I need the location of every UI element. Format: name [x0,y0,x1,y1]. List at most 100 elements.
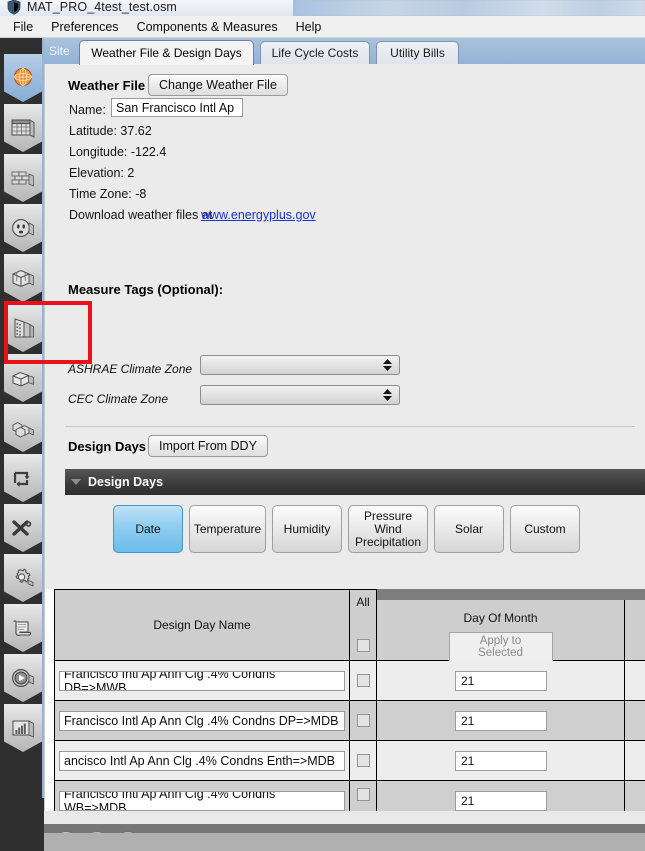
box-icon [10,366,36,390]
row-extra-cell [625,741,645,781]
design-day-name-field[interactable]: ancisco Intl Ap Ann Clg .4% Condns Enth=… [59,751,345,771]
weather-file-heading: Weather File [68,78,146,93]
menu-bar: File Preferences Components & Measures H… [0,16,645,38]
table-row: ancisco Intl Ap Ann Clg .4% Condns Enth=… [54,741,350,781]
latitude-label: Latitude: 37.62 [69,124,152,138]
bottom-strip-dark [0,833,44,851]
row-select-checkbox[interactable] [356,754,370,767]
sidebar-item-schedules[interactable] [4,104,42,152]
energyplus-download-link[interactable]: www.energyplus.gov [201,208,316,222]
menu-help[interactable]: Help [287,17,331,37]
scissors-x-icon [10,516,36,540]
collapse-triangle-icon [71,479,81,485]
timezone-label: Time Zone: -8 [69,187,147,201]
sidebar-item-facility[interactable] [4,304,42,352]
section-divider [65,426,635,427]
left-icon-rail [0,38,44,851]
menu-components-measures[interactable]: Components & Measures [128,17,287,37]
category-custom[interactable]: Custom [510,505,580,553]
design-day-name-field[interactable]: Francisco Intl Ap Ann Clg .4% Condns DP=… [59,711,345,731]
building-icon [10,316,36,340]
column-header-day-of-month-label: Day Of Month [463,611,538,625]
change-weather-file-button[interactable]: Change Weather File [148,74,288,96]
design-days-table: Design Day Name All Day Of Month Apply t… [45,589,645,811]
tab-weather-file-design-days[interactable]: Weather File & Design Days [79,40,254,65]
calendar-icon [10,116,36,140]
weather-name-label: Name: [69,103,106,117]
day-of-month-cell: 21 [377,781,625,811]
cec-climate-zone-label: CEC Climate Zone [68,392,169,406]
row-select-checkbox[interactable] [356,714,370,727]
elevation-label: Elevation: 2 [69,166,135,180]
day-of-month-cell: 21 [377,701,625,741]
category-pressure-wind-precipitation[interactable]: Pressure Wind Precipitation [348,505,428,553]
column-header-design-day-name: Design Day Name [54,589,350,661]
design-days-section-title: Design Days [88,475,164,489]
chevron-updown-icon [383,359,392,371]
tab-utility-bills[interactable]: Utility Bills [376,41,459,64]
cec-climate-zone-dropdown[interactable] [200,385,400,405]
sidebar-item-hvac-systems[interactable] [4,454,42,502]
sidebar-item-constructions[interactable] [4,154,42,202]
design-day-name-field[interactable]: Francisco Intl Ap Ann Clg .4% Condns WB=… [59,791,345,811]
day-of-month-field[interactable]: 21 [455,671,547,691]
window-title: MAT_PRO_4test_test.osm [27,0,177,14]
category-date[interactable]: Date [113,505,183,553]
chevron-updown-icon [383,389,392,401]
table-row: Francisco Intl Ap Ann Clg .4% Condns WB=… [54,781,350,811]
bar-chart-icon [10,716,36,740]
category-button-group: Date Temperature Humidity Pressure Wind … [65,505,645,555]
header-strip-day [377,589,625,600]
sidebar-item-simulation-settings[interactable] [4,554,42,602]
section-label-site: Site [49,44,70,58]
download-weather-text: Download weather files at [69,208,213,222]
sidebar-item-loads[interactable] [4,204,42,252]
design-day-name-field[interactable]: Francisco Intl Ap Ann Clg .4% Condns DB=… [59,671,345,691]
bottom-strip [0,833,645,851]
day-of-month-cell: 21 [377,741,625,781]
row-checkbox-cell [350,781,377,811]
row-extra-cell [625,781,645,811]
row-checkbox-cell [350,661,377,701]
sidebar-item-space-types[interactable] [4,254,42,302]
bricks-icon [10,166,36,190]
measure-tags-heading: Measure Tags (Optional): [68,282,224,297]
ashrae-climate-zone-dropdown[interactable] [200,355,400,375]
sidebar-item-variables[interactable] [4,504,42,552]
select-all-checkbox[interactable] [356,639,370,652]
sidebar-item-run-simulation[interactable] [4,654,42,702]
day-of-month-field[interactable]: 21 [455,791,547,811]
sidebar-item-results-summary[interactable] [4,704,42,752]
category-temperature[interactable]: Temperature [189,505,266,553]
sidebar-item-site[interactable] [4,54,42,102]
row-select-checkbox[interactable] [356,674,370,687]
import-from-ddy-button[interactable]: Import From DDY [148,435,268,457]
header-strip-extra [625,589,645,600]
column-header-all: All [350,589,377,661]
day-of-month-field[interactable]: 21 [455,711,547,731]
window-cube-icon [10,266,36,290]
menu-preferences[interactable]: Preferences [42,17,127,37]
apply-to-selected-button[interactable]: Apply to Selected [448,632,553,662]
column-header-day-of-month: Day Of Month Apply to Selected [377,600,625,662]
day-of-month-field[interactable]: 21 [455,751,547,771]
globe-icon [11,66,35,90]
menu-file[interactable]: File [4,17,42,37]
design-days-section-header[interactable]: Design Days [65,469,645,495]
day-of-month-cell: 21 [377,661,625,701]
column-header-extra [625,600,645,661]
category-humidity[interactable]: Humidity [272,505,342,553]
scroll-icon [10,616,36,640]
weather-name-field[interactable]: San Francisco Intl Ap [111,98,243,117]
category-solar[interactable]: Solar [434,505,504,553]
row-extra-cell [625,661,645,701]
tab-life-cycle-costs[interactable]: Life Cycle Costs [260,41,370,64]
ashrae-climate-zone-label: ASHRAE Climate Zone [68,362,193,376]
sidebar-item-measures[interactable] [4,604,42,652]
row-select-checkbox[interactable] [356,788,370,801]
design-days-heading: Design Days [68,439,147,454]
sidebar-item-spaces[interactable] [4,354,42,402]
play-icon [10,666,36,690]
sidebar-item-thermal-zones[interactable] [4,404,42,452]
longitude-label: Longitude: -122.4 [69,145,167,159]
